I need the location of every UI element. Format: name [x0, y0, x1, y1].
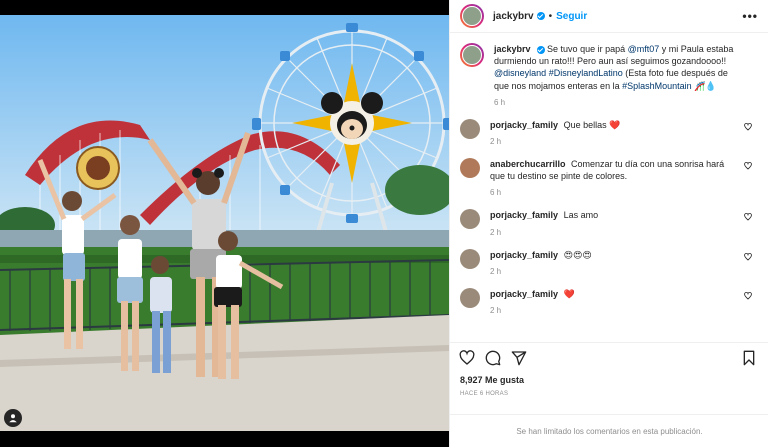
comment-username[interactable]: porjacky_family	[490, 289, 558, 299]
comment-emoji: ❤️	[609, 119, 621, 130]
comment-time[interactable]: 2 h	[490, 267, 740, 276]
post-side-panel: jackybrv • Seguir ••• jackybrv Se tuvo q…	[449, 0, 768, 447]
more-icon[interactable]: •••	[742, 9, 758, 23]
comment-username[interactable]: anaberchucarrillo	[490, 159, 566, 169]
follow-button[interactable]: Seguir	[556, 11, 587, 22]
caption-time[interactable]: 6 h	[494, 98, 744, 107]
save-button[interactable]	[742, 350, 756, 366]
heart-icon[interactable]	[744, 122, 752, 131]
hashtag-link[interactable]: #DisneylandLatino	[549, 68, 623, 78]
comment-item: anaberchucarrillo Comenzar tu día con un…	[460, 158, 758, 197]
verified-badge-icon	[536, 45, 545, 54]
comment-time[interactable]: 6 h	[490, 188, 740, 197]
comment-icon	[485, 350, 501, 365]
post-media-area	[0, 0, 449, 447]
action-bar	[450, 342, 768, 372]
hashtag-link[interactable]: #SplashMountain	[622, 81, 692, 91]
comment-time[interactable]: 2 h	[490, 306, 740, 315]
user-tag-icon	[9, 414, 17, 423]
caption-username[interactable]: jackybrv	[494, 44, 531, 54]
heart-icon[interactable]	[744, 213, 752, 221]
comment-text: Que bellas	[563, 119, 607, 130]
post-photo[interactable]	[0, 15, 449, 431]
likes-count[interactable]: 8,927 Me gusta	[460, 375, 524, 385]
avatar[interactable]	[460, 287, 480, 308]
caption-text-a: Se tuvo que ir papá	[547, 44, 626, 54]
mention-link[interactable]: @disneyland	[494, 68, 546, 78]
header-username[interactable]: jackybrv	[493, 11, 534, 22]
comment-username[interactable]: porjacky_family	[490, 120, 558, 130]
comment-emoji: ❤️	[563, 288, 575, 299]
header-separator: •	[548, 10, 553, 22]
user-tag-button[interactable]	[4, 409, 22, 427]
caption: jackybrv Se tuvo que ir papá @mft07 y mi…	[460, 43, 758, 107]
comment-time[interactable]: 2 h	[490, 228, 740, 237]
comment-emoji: 😍😍😍	[563, 249, 592, 260]
heart-icon[interactable]	[744, 162, 752, 170]
post-timestamp[interactable]: HACE 6 HORAS	[460, 391, 508, 397]
share-button[interactable]	[511, 350, 527, 366]
comment-button[interactable]	[485, 350, 501, 366]
avatar[interactable]	[460, 43, 484, 67]
comment-item: porjacky_family Las amo 2 h	[460, 209, 758, 237]
heart-icon[interactable]	[744, 252, 752, 261]
heart-icon	[459, 349, 475, 365]
post-header: jackybrv • Seguir •••	[450, 0, 768, 33]
avatar[interactable]	[460, 209, 480, 230]
avatar[interactable]	[460, 118, 480, 139]
mention-link[interactable]: @mft07	[628, 44, 660, 54]
comment-item: porjacky_family ❤️ 2 h	[460, 287, 758, 315]
comments-limited-notice: Se han limitado los comentarios en esta …	[450, 414, 768, 447]
like-button[interactable]	[459, 349, 475, 366]
comment-item: porjacky_family 😍😍😍 2 h	[460, 248, 758, 276]
avatar[interactable]	[460, 248, 480, 269]
comments-list[interactable]: jackybrv Se tuvo que ir papá @mft07 y mi…	[450, 33, 768, 338]
caption-emoji: 🎢💧	[694, 80, 717, 91]
share-icon	[511, 350, 527, 365]
comment-username[interactable]: porjacky_family	[490, 210, 558, 220]
bookmark-icon	[743, 350, 755, 365]
comment-item: porjacky_family Que bellas ❤️ 2 h	[460, 118, 758, 146]
comment-username[interactable]: porjacky_family	[490, 250, 558, 260]
heart-icon[interactable]	[744, 291, 752, 300]
comment-text: Las amo	[563, 210, 599, 221]
comment-time[interactable]: 2 h	[490, 137, 740, 146]
avatar[interactable]	[460, 4, 484, 28]
verified-badge-icon	[536, 12, 545, 20]
avatar[interactable]	[460, 158, 480, 179]
